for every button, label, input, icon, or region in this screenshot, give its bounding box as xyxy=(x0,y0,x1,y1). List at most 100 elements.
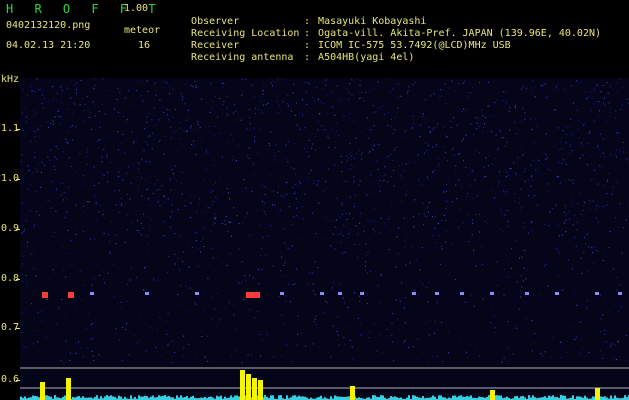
noise-speck xyxy=(338,100,340,102)
noise-speck xyxy=(312,143,313,145)
noise-speck xyxy=(271,78,273,80)
noise-speck xyxy=(62,245,64,247)
noise-speck xyxy=(264,202,266,204)
noise-speck xyxy=(370,129,372,131)
noise-speck xyxy=(589,131,591,133)
noise-speck xyxy=(310,169,312,171)
noise-speck xyxy=(523,223,524,224)
noise-speck xyxy=(312,283,314,285)
noise-speck xyxy=(87,209,89,211)
noise-speck xyxy=(566,134,568,135)
noise-speck xyxy=(440,89,442,91)
noise-speck xyxy=(183,130,185,132)
noise-speck xyxy=(572,131,574,133)
noise-speck xyxy=(330,260,332,262)
histogram-floor-bar xyxy=(286,395,288,400)
histogram-floor-bar xyxy=(544,396,546,400)
noise-speck xyxy=(584,236,585,238)
noise-speck xyxy=(35,168,37,170)
noise-speck xyxy=(358,184,360,186)
noise-speck xyxy=(618,79,620,80)
noise-speck xyxy=(585,243,587,245)
noise-speck xyxy=(218,321,220,323)
noise-speck xyxy=(530,164,532,166)
noise-speck xyxy=(481,246,483,248)
noise-speck xyxy=(282,197,284,199)
noise-speck xyxy=(82,184,84,186)
noise-speck xyxy=(397,107,399,109)
histogram-peak-bar xyxy=(490,390,495,400)
noise-speck xyxy=(370,170,372,172)
noise-speck xyxy=(438,95,440,97)
noise-speck xyxy=(27,165,29,167)
noise-speck xyxy=(287,94,289,96)
noise-speck xyxy=(465,351,467,353)
noise-speck xyxy=(558,162,560,164)
noise-speck xyxy=(309,272,311,274)
noise-speck xyxy=(149,161,151,163)
noise-speck xyxy=(441,322,443,323)
noise-speck xyxy=(68,186,70,188)
noise-speck xyxy=(342,252,344,254)
noise-speck xyxy=(503,190,505,192)
noise-speck xyxy=(591,178,593,180)
noise-speck xyxy=(312,272,314,274)
histogram-floor-bar xyxy=(96,395,98,400)
noise-speck xyxy=(384,174,386,176)
noise-speck xyxy=(195,85,197,87)
noise-speck xyxy=(473,306,475,307)
noise-speck xyxy=(332,325,334,327)
noise-speck xyxy=(479,152,480,154)
noise-speck xyxy=(405,130,407,132)
noise-speck xyxy=(211,296,213,298)
noise-speck xyxy=(385,197,387,199)
histogram-floor-bar xyxy=(572,395,574,400)
noise-speck xyxy=(182,355,184,357)
noise-speck xyxy=(177,209,179,211)
noise-speck xyxy=(240,283,242,285)
noise-speck xyxy=(322,102,324,104)
noise-speck xyxy=(425,215,427,217)
noise-speck xyxy=(277,112,279,114)
noise-speck xyxy=(313,183,315,185)
noise-speck xyxy=(430,95,432,97)
noise-speck xyxy=(215,182,217,184)
noise-speck xyxy=(385,157,387,159)
noise-speck xyxy=(482,298,484,300)
noise-speck xyxy=(101,156,103,158)
noise-speck xyxy=(153,278,155,280)
noise-speck xyxy=(317,182,319,184)
noise-speck xyxy=(104,113,106,115)
noise-speck xyxy=(121,203,123,205)
noise-speck xyxy=(425,287,427,289)
noise-speck xyxy=(284,242,286,244)
noise-speck xyxy=(156,351,158,353)
noise-speck xyxy=(297,315,299,317)
noise-speck xyxy=(443,126,445,128)
noise-speck xyxy=(574,339,576,340)
noise-speck xyxy=(183,335,185,337)
noise-speck xyxy=(471,198,473,199)
noise-speck xyxy=(61,299,63,300)
noise-speck xyxy=(574,236,576,238)
noise-speck xyxy=(540,84,542,86)
noise-speck xyxy=(120,198,122,199)
meteor-count: 16 xyxy=(138,40,151,51)
noise-speck xyxy=(616,132,617,134)
noise-speck xyxy=(173,340,174,342)
noise-speck xyxy=(258,109,260,111)
noise-speck xyxy=(417,338,419,340)
noise-speck xyxy=(544,224,546,225)
noise-speck xyxy=(555,170,557,172)
noise-speck xyxy=(441,248,443,250)
noise-speck xyxy=(444,84,446,86)
noise-speck xyxy=(615,110,617,112)
noise-speck xyxy=(33,268,35,270)
noise-speck xyxy=(221,156,223,158)
noise-speck xyxy=(581,272,583,274)
noise-speck xyxy=(27,241,29,243)
noise-speck xyxy=(153,184,155,186)
noise-speck xyxy=(102,78,104,80)
histogram-floor-bar xyxy=(298,395,300,400)
noise-speck xyxy=(59,116,61,118)
